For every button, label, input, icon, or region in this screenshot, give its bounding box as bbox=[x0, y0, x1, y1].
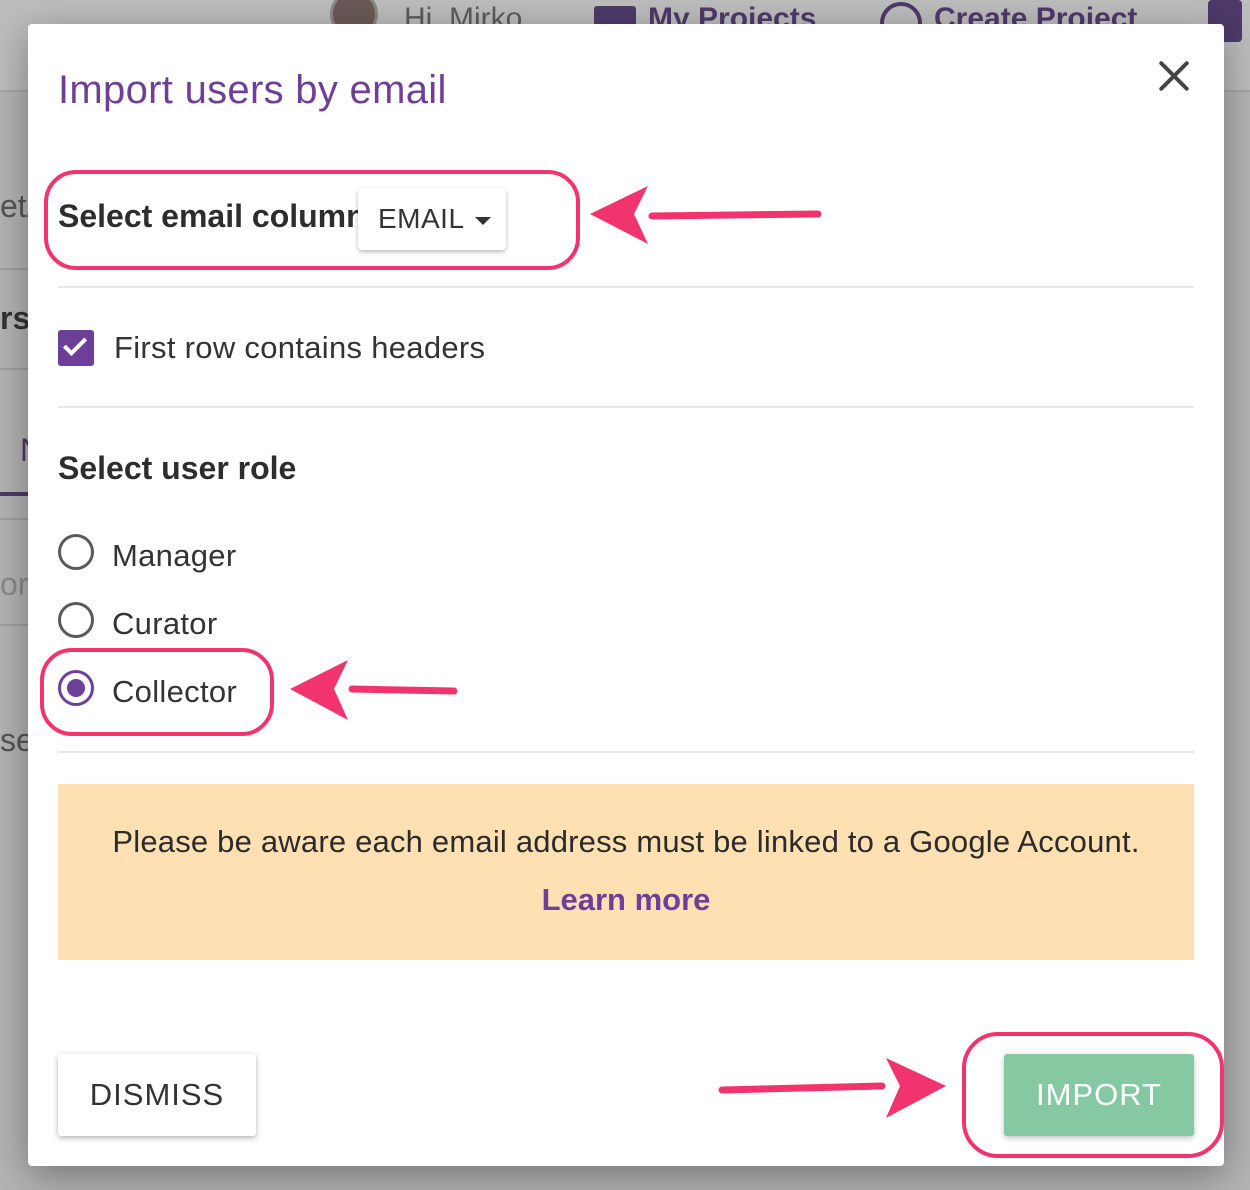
divider bbox=[58, 286, 1194, 288]
radio-curator[interactable] bbox=[58, 602, 94, 638]
radio-manager-label[interactable]: Manager bbox=[112, 538, 236, 574]
background-divider bbox=[0, 624, 30, 626]
radio-curator-label[interactable]: Curator bbox=[112, 606, 217, 642]
background-divider bbox=[0, 518, 30, 520]
learn-more-link[interactable]: Learn more bbox=[58, 882, 1194, 918]
background-fragment: rs bbox=[0, 300, 31, 336]
user-role-label: Select user role bbox=[58, 450, 297, 486]
google-account-notice: Please be aware each email address must … bbox=[58, 784, 1194, 960]
close-icon[interactable] bbox=[1150, 52, 1198, 100]
divider bbox=[58, 751, 1194, 753]
radio-collector[interactable] bbox=[58, 670, 94, 706]
dismiss-button[interactable]: DISMISS bbox=[58, 1054, 256, 1136]
email-column-dropdown[interactable]: EMAIL bbox=[358, 188, 506, 250]
background-divider bbox=[0, 268, 30, 270]
radio-selected-dot bbox=[67, 679, 85, 697]
background-fragment: or bbox=[0, 566, 29, 602]
notice-text: Please be aware each email address must … bbox=[112, 824, 1140, 859]
headers-checkbox-label: First row contains headers bbox=[114, 330, 486, 365]
divider bbox=[58, 406, 1194, 408]
background-tab-underline bbox=[0, 492, 30, 496]
email-column-label: Select email column bbox=[58, 198, 366, 234]
import-users-dialog: Import users by email Select email colum… bbox=[28, 24, 1224, 1166]
caret-down-icon bbox=[474, 217, 491, 225]
import-button[interactable]: IMPORT bbox=[1004, 1054, 1194, 1136]
dialog-title: Import users by email bbox=[58, 68, 447, 112]
checkmark-icon bbox=[62, 331, 88, 357]
background-divider bbox=[0, 368, 30, 370]
headers-checkbox[interactable] bbox=[58, 330, 94, 366]
radio-manager[interactable] bbox=[58, 534, 94, 570]
email-column-selected: EMAIL bbox=[378, 203, 465, 234]
radio-collector-label[interactable]: Collector bbox=[112, 674, 237, 710]
